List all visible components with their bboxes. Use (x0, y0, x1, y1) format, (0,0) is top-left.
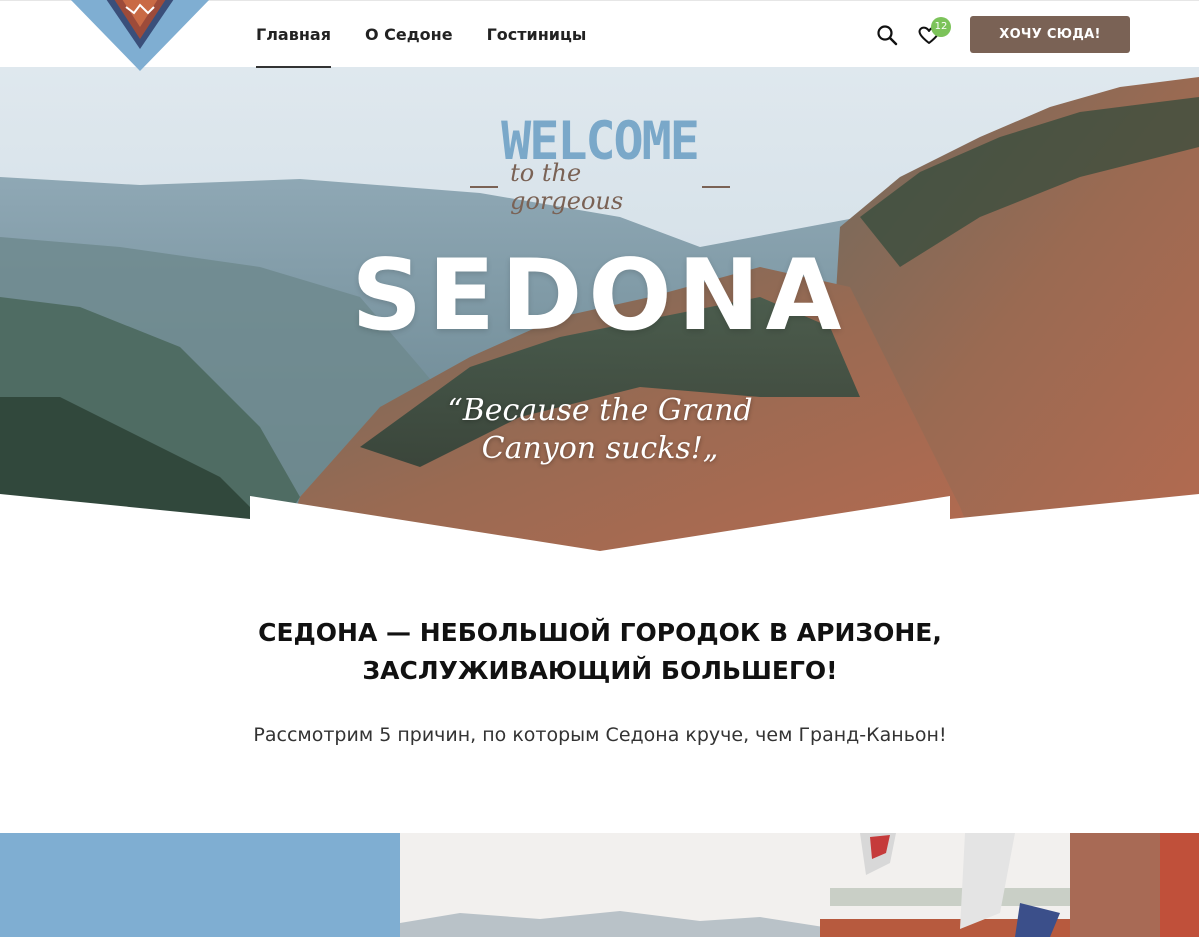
main-nav: Главная О Седоне Гостиницы (256, 1, 620, 68)
hero-banner: WELCOME to the gorgeous SEDONA “Because … (0, 67, 1199, 557)
nav-item-hotels[interactable]: Гостиницы (487, 1, 587, 68)
site-header: Главная О Седоне Гостиницы 12 ХОЧУ СЮДА! (0, 0, 1199, 71)
hero-quote: “Because the Grand Canyon sucks!„ (440, 392, 760, 468)
intro-heading-line-2: ЗАСЛУЖИВАЮЩИЙ БОЛЬШЕГО! (362, 656, 838, 685)
intro-heading-line-1: СЕДОНА — НЕБОЛЬШОЙ ГОРОДОК В АРИЗОНЕ, (258, 618, 942, 647)
search-icon[interactable] (876, 24, 898, 46)
tagline-divider-left (470, 186, 499, 188)
tagline-text: to the gorgeous (510, 159, 624, 215)
wishlist-count-badge: 12 (931, 17, 951, 37)
tagline-divider-right (701, 186, 730, 188)
hero-title: SEDONA (351, 239, 848, 353)
intro-subtitle: Рассмотрим 5 причин, по которым Седона к… (253, 724, 947, 746)
nav-item-home[interactable]: Главная (256, 1, 331, 68)
want-to-go-button[interactable]: ХОЧУ СЮДА! (970, 16, 1130, 53)
intro-heading: СЕДОНА — НЕБОЛЬШОЙ ГОРОДОК В АРИЗОНЕ, ЗА… (200, 614, 1000, 690)
hero-tagline: to the gorgeous (470, 159, 730, 215)
city-of-sedona-logo[interactable] (70, 0, 210, 73)
reason-card-panel (0, 833, 400, 937)
hero-quote-line-1: “Because the Grand (447, 393, 753, 428)
town-street-image (400, 833, 1199, 937)
reason-photo (400, 833, 1199, 937)
nav-item-about-sedona[interactable]: О Седоне (365, 1, 453, 68)
hero-quote-line-2: Canyon sucks!„ (481, 431, 719, 466)
